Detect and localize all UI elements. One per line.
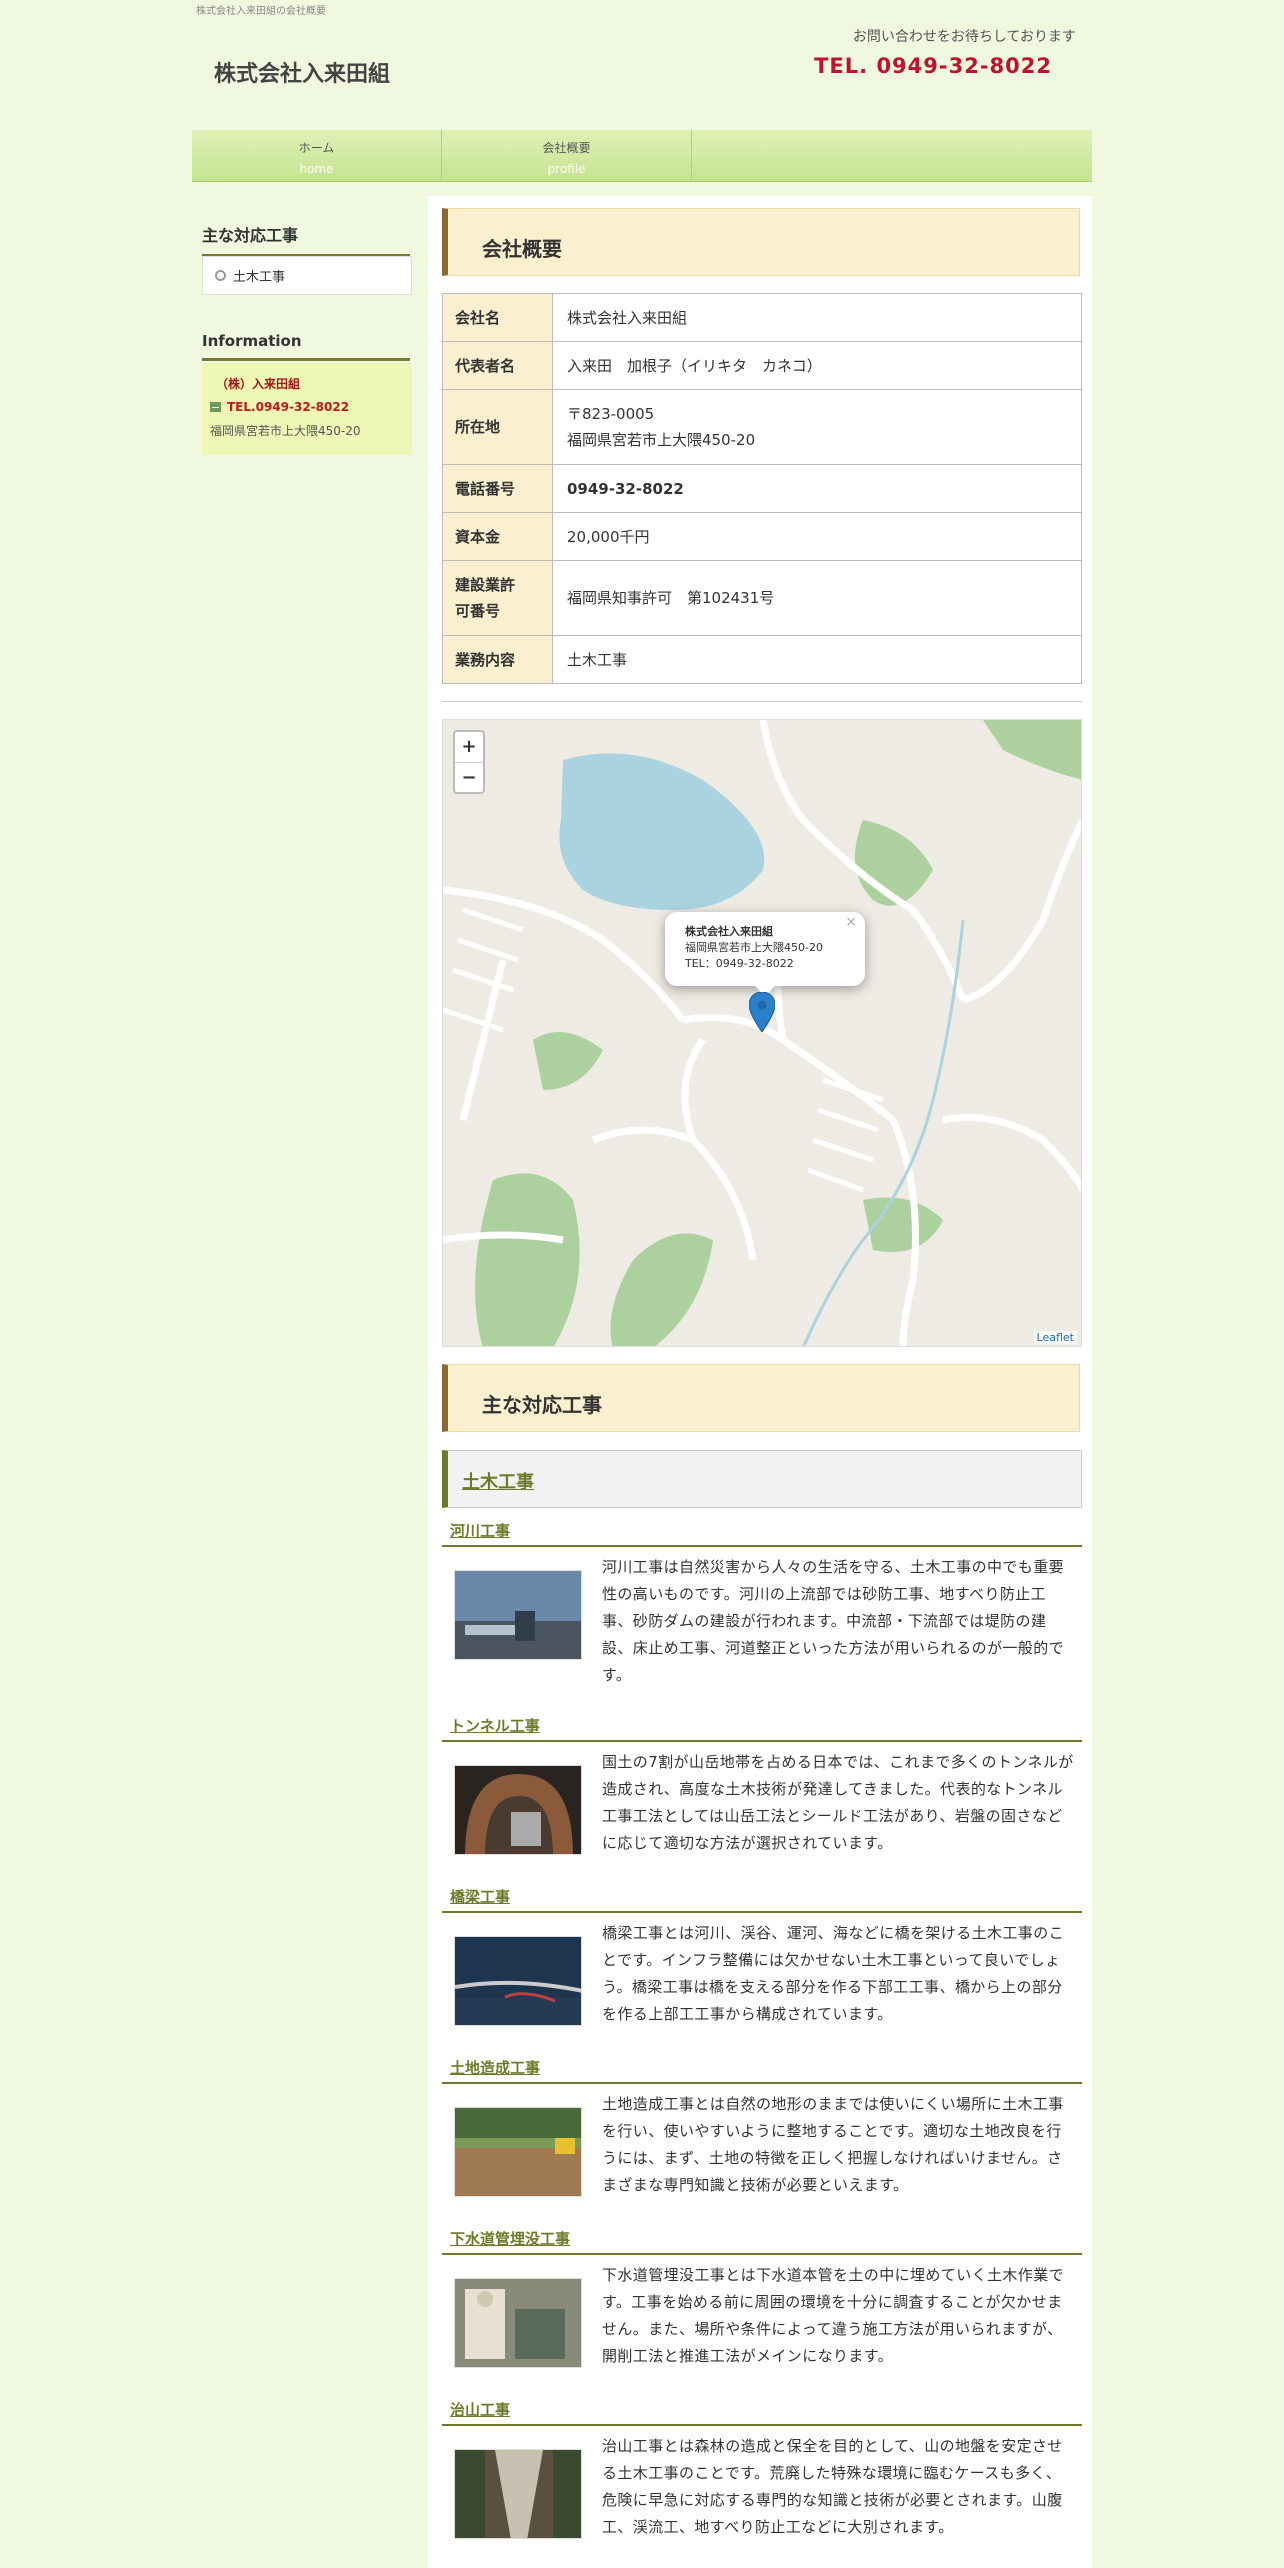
- table-row: 会社名 株式会社入来田組: [442, 293, 1082, 342]
- zoom-out-button[interactable]: −: [455, 762, 483, 792]
- company-info-table: 会社名 株式会社入来田組 代表者名 入来田 加根子（イリキタ カネコ） 所在地 …: [442, 293, 1082, 684]
- row-value: 土木工事: [552, 635, 1082, 684]
- work-title: 治山工事: [442, 2399, 1082, 2426]
- work-description: 河川工事は自然災害から人々の生活を守る、土木工事の中でも重要性の高いものです。河…: [602, 1558, 1065, 1684]
- contact-message: お問い合わせをお待ちしております: [852, 29, 1076, 45]
- work-image-sewer: [454, 2278, 582, 2368]
- work-title-link[interactable]: 河川工事: [450, 1522, 510, 1540]
- table-row: 業務内容 土木工事: [442, 635, 1082, 684]
- work-image-land: [454, 2107, 582, 2197]
- row-value: 入来田 加根子（イリキタ カネコ）: [552, 341, 1082, 390]
- nav-label-en: home: [299, 162, 334, 176]
- popup-company-name: 株式会社入来田組: [685, 925, 773, 938]
- work-description: 土地造成工事とは自然の地形のままでは使いにくい場所に土木工事を行い、使いやすいよ…: [602, 2095, 1064, 2194]
- nav-label-jp: ホーム: [298, 141, 335, 155]
- work-image-bridge: [454, 1936, 582, 2026]
- table-row: 電話番号 0949-32-8022: [442, 464, 1082, 513]
- work-description: 下水道管埋没工事とは下水道本管を土の中に埋めていく土木作業です。工事を始める前に…: [602, 2266, 1065, 2365]
- info-address: 福岡県宮若市上大隈450-20: [210, 424, 361, 438]
- contact-tel[interactable]: TEL. 0949-32-8022: [814, 54, 1052, 78]
- work-title-link[interactable]: 土地造成工事: [450, 2059, 540, 2077]
- table-row: 所在地 〒823-0005 福岡県宮若市上大隈450-20: [442, 389, 1082, 465]
- map-tiles: [443, 720, 1081, 1346]
- row-value: 株式会社入来田組: [552, 293, 1082, 342]
- work-description: 治山工事とは森林の造成と保全を目的として、山の地盤を安定させる土木工事のことです…: [602, 2437, 1063, 2536]
- work-title-link[interactable]: トンネル工事: [450, 1717, 540, 1735]
- site-tagline: 株式会社入来田組の会社概要: [196, 6, 326, 17]
- info-tel-row[interactable]: TEL.0949-32-8022: [210, 400, 412, 414]
- popup-address: 福岡県宮若市上大隈450-20: [685, 941, 823, 954]
- work-title-link[interactable]: 橋梁工事: [450, 1888, 510, 1906]
- work-title-link[interactable]: 治山工事: [450, 2401, 510, 2419]
- map-marker-icon[interactable]: [749, 992, 775, 1032]
- site-title[interactable]: 株式会社入来田組: [214, 56, 390, 88]
- nav-label-en: profile: [547, 162, 586, 176]
- profile-heading: 会社概要: [442, 208, 1080, 276]
- work-title: 河川工事: [442, 1520, 1082, 1547]
- category-link[interactable]: 土木工事: [462, 1472, 534, 1493]
- mail-icon: [210, 402, 221, 412]
- global-nav: ホーム home 会社概要 profile: [192, 130, 1092, 182]
- work-title: トンネル工事: [442, 1715, 1082, 1742]
- section-divider: [442, 701, 1082, 702]
- work-title: 土地造成工事: [442, 2057, 1082, 2084]
- row-label: 資本金: [442, 512, 553, 561]
- nav-label-jp: 会社概要: [542, 141, 591, 155]
- sidebar-info-box: （株）入来田組 TEL.0949-32-8022 福岡県宮若市上大隈450-20: [202, 363, 412, 455]
- sidebar-info-heading: Information: [202, 332, 410, 361]
- row-value-tel[interactable]: 0949-32-8022: [552, 464, 1082, 513]
- work-title: 橋梁工事: [442, 1886, 1082, 1913]
- row-label: 所在地: [442, 389, 553, 465]
- work-title-link[interactable]: 下水道管埋没工事: [450, 2230, 570, 2248]
- info-tel: TEL.0949-32-8022: [227, 400, 350, 414]
- work-image-forest: [454, 2449, 582, 2539]
- table-row: 建設業許 可番号 福岡県知事許可 第102431号: [442, 560, 1082, 636]
- work-title: 下水道管埋没工事: [442, 2228, 1082, 2255]
- category-heading: 土木工事: [442, 1450, 1082, 1508]
- map-attribution[interactable]: Leaflet: [1033, 1331, 1077, 1344]
- row-label: 電話番号: [442, 464, 553, 513]
- row-label: 代表者名: [442, 341, 553, 390]
- row-label: 業務内容: [442, 635, 553, 684]
- work-description: 橋梁工事とは河川、渓谷、運河、海などに橋を架ける土木工事のことです。インフラ整備…: [602, 1924, 1065, 2023]
- table-row: 資本金 20,000千円: [442, 512, 1082, 561]
- row-value-address: 〒823-0005 福岡県宮若市上大隈450-20: [552, 389, 1082, 465]
- table-row: 代表者名 入来田 加根子（イリキタ カネコ）: [442, 341, 1082, 390]
- main-content: 会社概要 会社名 株式会社入来田組 代表者名 入来田 加根子（イリキタ カネコ）…: [428, 196, 1092, 2568]
- nav-item-home[interactable]: ホーム home: [192, 130, 442, 181]
- row-label-multiline: 建設業許 可番号: [442, 560, 553, 636]
- works-heading: 主な対応工事: [442, 1364, 1080, 1432]
- popup-tel: TEL：0949-32-8022: [685, 957, 794, 970]
- close-icon[interactable]: ×: [845, 914, 857, 930]
- postal-code: 〒823-0005: [567, 405, 655, 423]
- work-description: 国土の7割が山岳地帯を占める日本では、これまで多くのトンネルが造成され、高度な土…: [602, 1753, 1074, 1852]
- work-image-river: [454, 1570, 582, 1660]
- sidebar-works-list: 土木工事: [202, 256, 412, 295]
- row-value: 福岡県知事許可 第102431号: [552, 560, 1082, 636]
- work-image-tunnel: [454, 1765, 582, 1855]
- nav-item-profile[interactable]: 会社概要 profile: [442, 130, 692, 181]
- sidebar-works-heading: 主な対応工事: [202, 222, 410, 257]
- row-label: 建設業許: [455, 576, 516, 594]
- map-zoom-control: + −: [453, 730, 485, 794]
- address-line: 福岡県宮若市上大隈450-20: [567, 431, 756, 449]
- row-value: 20,000千円: [552, 512, 1082, 561]
- info-company-name: （株）入来田組: [216, 377, 301, 391]
- row-label: 会社名: [442, 293, 553, 342]
- map-popup: × 株式会社入来田組 福岡県宮若市上大隈450-20 TEL：0949-32-8…: [665, 912, 865, 996]
- location-map[interactable]: + − × 株式会社入来田組 福岡県宮若市上大隈450-20 TEL：0949-…: [442, 719, 1082, 1347]
- sidebar-item-civil-works[interactable]: 土木工事: [203, 257, 411, 294]
- zoom-in-button[interactable]: +: [455, 732, 483, 762]
- row-label: 可番号: [455, 602, 501, 620]
